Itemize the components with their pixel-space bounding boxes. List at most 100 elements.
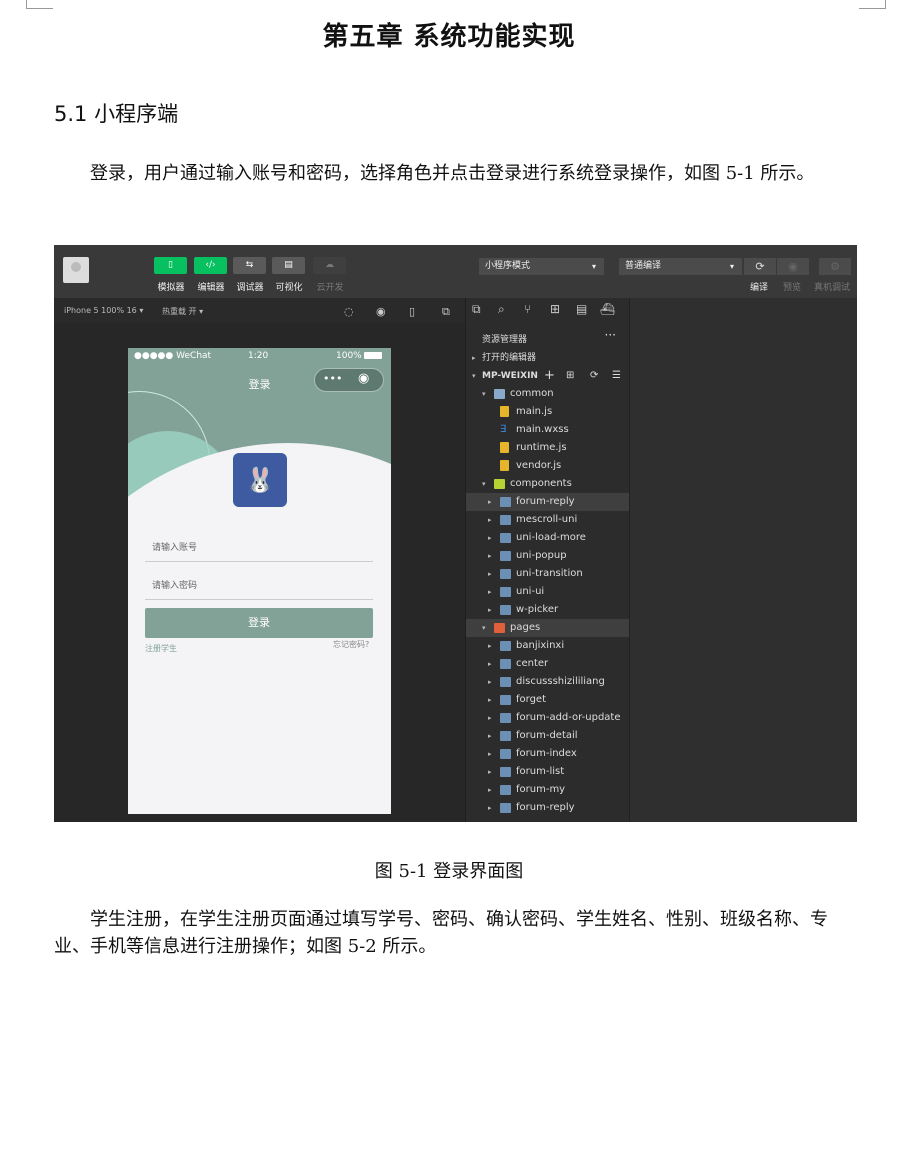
real-debug-label: 真机调试 <box>814 283 851 293</box>
project-section[interactable]: ▾ MP-WEIXIN + ⊞ ⟳ ☰ <box>466 367 630 385</box>
file-tree-item[interactable]: ▸ center <box>466 655 630 673</box>
storage-icon[interactable]: ▤ <box>576 302 587 316</box>
files-icon[interactable]: ⧉ <box>472 302 481 317</box>
file-tree-label: mescroll-uni <box>516 514 578 525</box>
chevron-down-icon: ▾ <box>482 480 486 488</box>
mode-select[interactable]: 小程序模式 <box>479 258 604 275</box>
file-tree-label: discussshizililiang <box>516 676 605 687</box>
file-tree-label: forum-reply <box>516 802 575 813</box>
real-debug-button[interactable]: ⚙ <box>819 258 851 275</box>
file-tree-label: vendor.js <box>516 460 562 471</box>
chevron-right-icon: ▸ <box>488 660 492 668</box>
editor-label: 编辑器 <box>197 283 225 293</box>
folder-icon <box>500 497 511 507</box>
compile-button[interactable]: ⟳ <box>744 258 776 275</box>
file-tree-item[interactable]: ▸ w-picker <box>466 601 630 619</box>
file-tree-label: forum-reply <box>516 496 575 507</box>
device-select[interactable]: iPhone 5 100% 16 ▾ <box>64 306 143 315</box>
password-input[interactable]: 请输入密码 <box>145 578 373 600</box>
phone-icon: ▯ <box>168 260 173 270</box>
device-debug-icon: ⚙ <box>830 260 840 273</box>
file-tree: ▸ 打开的编辑器 ▾ MP-WEIXIN + ⊞ ⟳ ☰ ▾ common main… <box>466 349 630 817</box>
phone-icon[interactable]: ▯ <box>409 305 415 318</box>
file-tree-item[interactable]: ▸ banjixinxi <box>466 637 630 655</box>
folder-icon <box>500 605 511 615</box>
page-corner-mark-right <box>859 0 886 9</box>
file-tree-item[interactable]: ▸ uni-transition <box>466 565 630 583</box>
window-icon[interactable]: ⧉ <box>442 305 450 319</box>
file-tree-item[interactable]: ▸ forget <box>466 691 630 709</box>
record-icon[interactable]: ◉ <box>376 305 386 318</box>
login-button[interactable]: 登录 <box>145 608 373 638</box>
file-tree-item[interactable]: ▸ mescroll-uni <box>466 511 630 529</box>
more-options-icon[interactable]: ··· <box>605 328 616 342</box>
collapse-icon[interactable]: ☰ <box>612 367 621 385</box>
compile-mode-select[interactable]: 普通编译 <box>619 258 742 275</box>
extensions-icon[interactable]: ⊞ <box>550 302 560 316</box>
search-icon[interactable]: ⌕ <box>498 302 505 317</box>
file-tree-item[interactable]: ▾ pages <box>466 619 630 637</box>
file-tree-item[interactable]: ▸ forum-list <box>466 763 630 781</box>
file-tree-label: uni-ui <box>516 586 545 597</box>
file-tree-label: components <box>510 478 572 489</box>
file-tree-item[interactable]: main.js <box>466 403 630 421</box>
visual-toggle[interactable]: ▤ <box>272 257 305 274</box>
paragraph-register: 学生注册，在学生注册页面通过填写学号、密码、确认密码、学生姓名、性别、班级名称、… <box>54 909 828 957</box>
chapter-title: 第五章 系统功能实现 <box>322 22 576 52</box>
folder-icon <box>500 713 511 723</box>
simulator-label: 模拟器 <box>157 283 185 293</box>
docker-icon[interactable]: ⛴ <box>600 302 615 316</box>
chevron-right-icon: ▸ <box>488 642 492 650</box>
simulator-subbar: iPhone 5 100% 16 ▾ 热重载 开 ▾ ◌ ◉ ▯ ⧉ <box>54 298 465 324</box>
forgot-password-link[interactable]: 忘记密码? <box>333 639 369 650</box>
refresh-icon[interactable]: ⟳ <box>590 367 598 385</box>
new-folder-icon[interactable]: ⊞ <box>566 367 574 385</box>
file-tree-item[interactable]: ▸ uni-load-more <box>466 529 630 547</box>
file-tree-item[interactable]: ▾ common <box>466 385 630 403</box>
file-tree-item[interactable]: ▸ uni-ui <box>466 583 630 601</box>
file-tree-item[interactable]: ▸ forum-reply <box>466 493 630 511</box>
file-tree-label: main.wxss <box>516 424 569 435</box>
section-title: 5.1 小程序端 <box>54 102 179 126</box>
ide-screenshot: ▯ 模拟器 ‹/› 编辑器 ⇆ 调试器 ▤ 可视化 ☁ 云开发 小程序模式 普通… <box>54 245 857 822</box>
capsule-menu[interactable]: ••• ◉ <box>314 368 384 392</box>
simulator-toggle[interactable]: ▯ <box>154 257 187 274</box>
file-tree-item[interactable]: ▸ discussshizililiang <box>466 673 630 691</box>
explorer-title: 资源管理器 <box>482 335 528 345</box>
file-tree-item[interactable]: ▾ components <box>466 475 630 493</box>
file-tree-label: forum-detail <box>516 730 578 741</box>
debugger-toggle[interactable]: ⇆ <box>233 257 266 274</box>
battery-text: 100% <box>336 351 362 361</box>
file-tree-item[interactable]: ▸ forum-my <box>466 781 630 799</box>
file-tree-item[interactable]: runtime.js <box>466 439 630 457</box>
close-capsule-icon[interactable]: ◉ <box>358 371 369 386</box>
account-input[interactable]: 请输入账号 <box>145 540 373 562</box>
file-tree-label: forget <box>516 694 546 705</box>
folder-icon <box>500 677 511 687</box>
file-tree-item[interactable]: vendor.js <box>466 457 630 475</box>
git-icon[interactable]: ⑂ <box>524 302 531 316</box>
hot-reload-select[interactable]: 热重载 开 ▾ <box>162 306 203 317</box>
file-tree-item[interactable]: ▸ forum-add-or-update <box>466 709 630 727</box>
file-tree-item[interactable]: ▸ forum-reply <box>466 799 630 817</box>
file-tree-item[interactable]: ▸ forum-detail <box>466 727 630 745</box>
cloud-icon: ☁ <box>325 260 334 270</box>
chevron-right-icon: ▸ <box>472 354 476 362</box>
register-link[interactable]: 注册学生 <box>145 643 177 654</box>
avatar[interactable] <box>63 257 89 283</box>
new-file-icon[interactable]: + <box>544 367 555 385</box>
editor-toggle[interactable]: ‹/› <box>194 257 227 274</box>
file-tree-item[interactable]: ∃ main.wxss <box>466 421 630 439</box>
more-icon[interactable]: ••• <box>323 372 342 385</box>
folder-icon <box>500 767 511 777</box>
file-tree-item[interactable]: ▸ forum-index <box>466 745 630 763</box>
preview-button[interactable]: ◉ <box>777 258 809 275</box>
chevron-right-icon: ▸ <box>488 804 492 812</box>
css-file-icon: ∃ <box>500 424 507 435</box>
chevron-right-icon: ▸ <box>488 696 492 704</box>
open-editors-section[interactable]: ▸ 打开的编辑器 <box>466 349 630 367</box>
chevron-down-icon: ▾ <box>482 624 486 632</box>
rotate-icon[interactable]: ◌ <box>344 305 354 318</box>
file-tree-item[interactable]: ▸ uni-popup <box>466 547 630 565</box>
cloud-toggle[interactable]: ☁ <box>313 257 346 274</box>
